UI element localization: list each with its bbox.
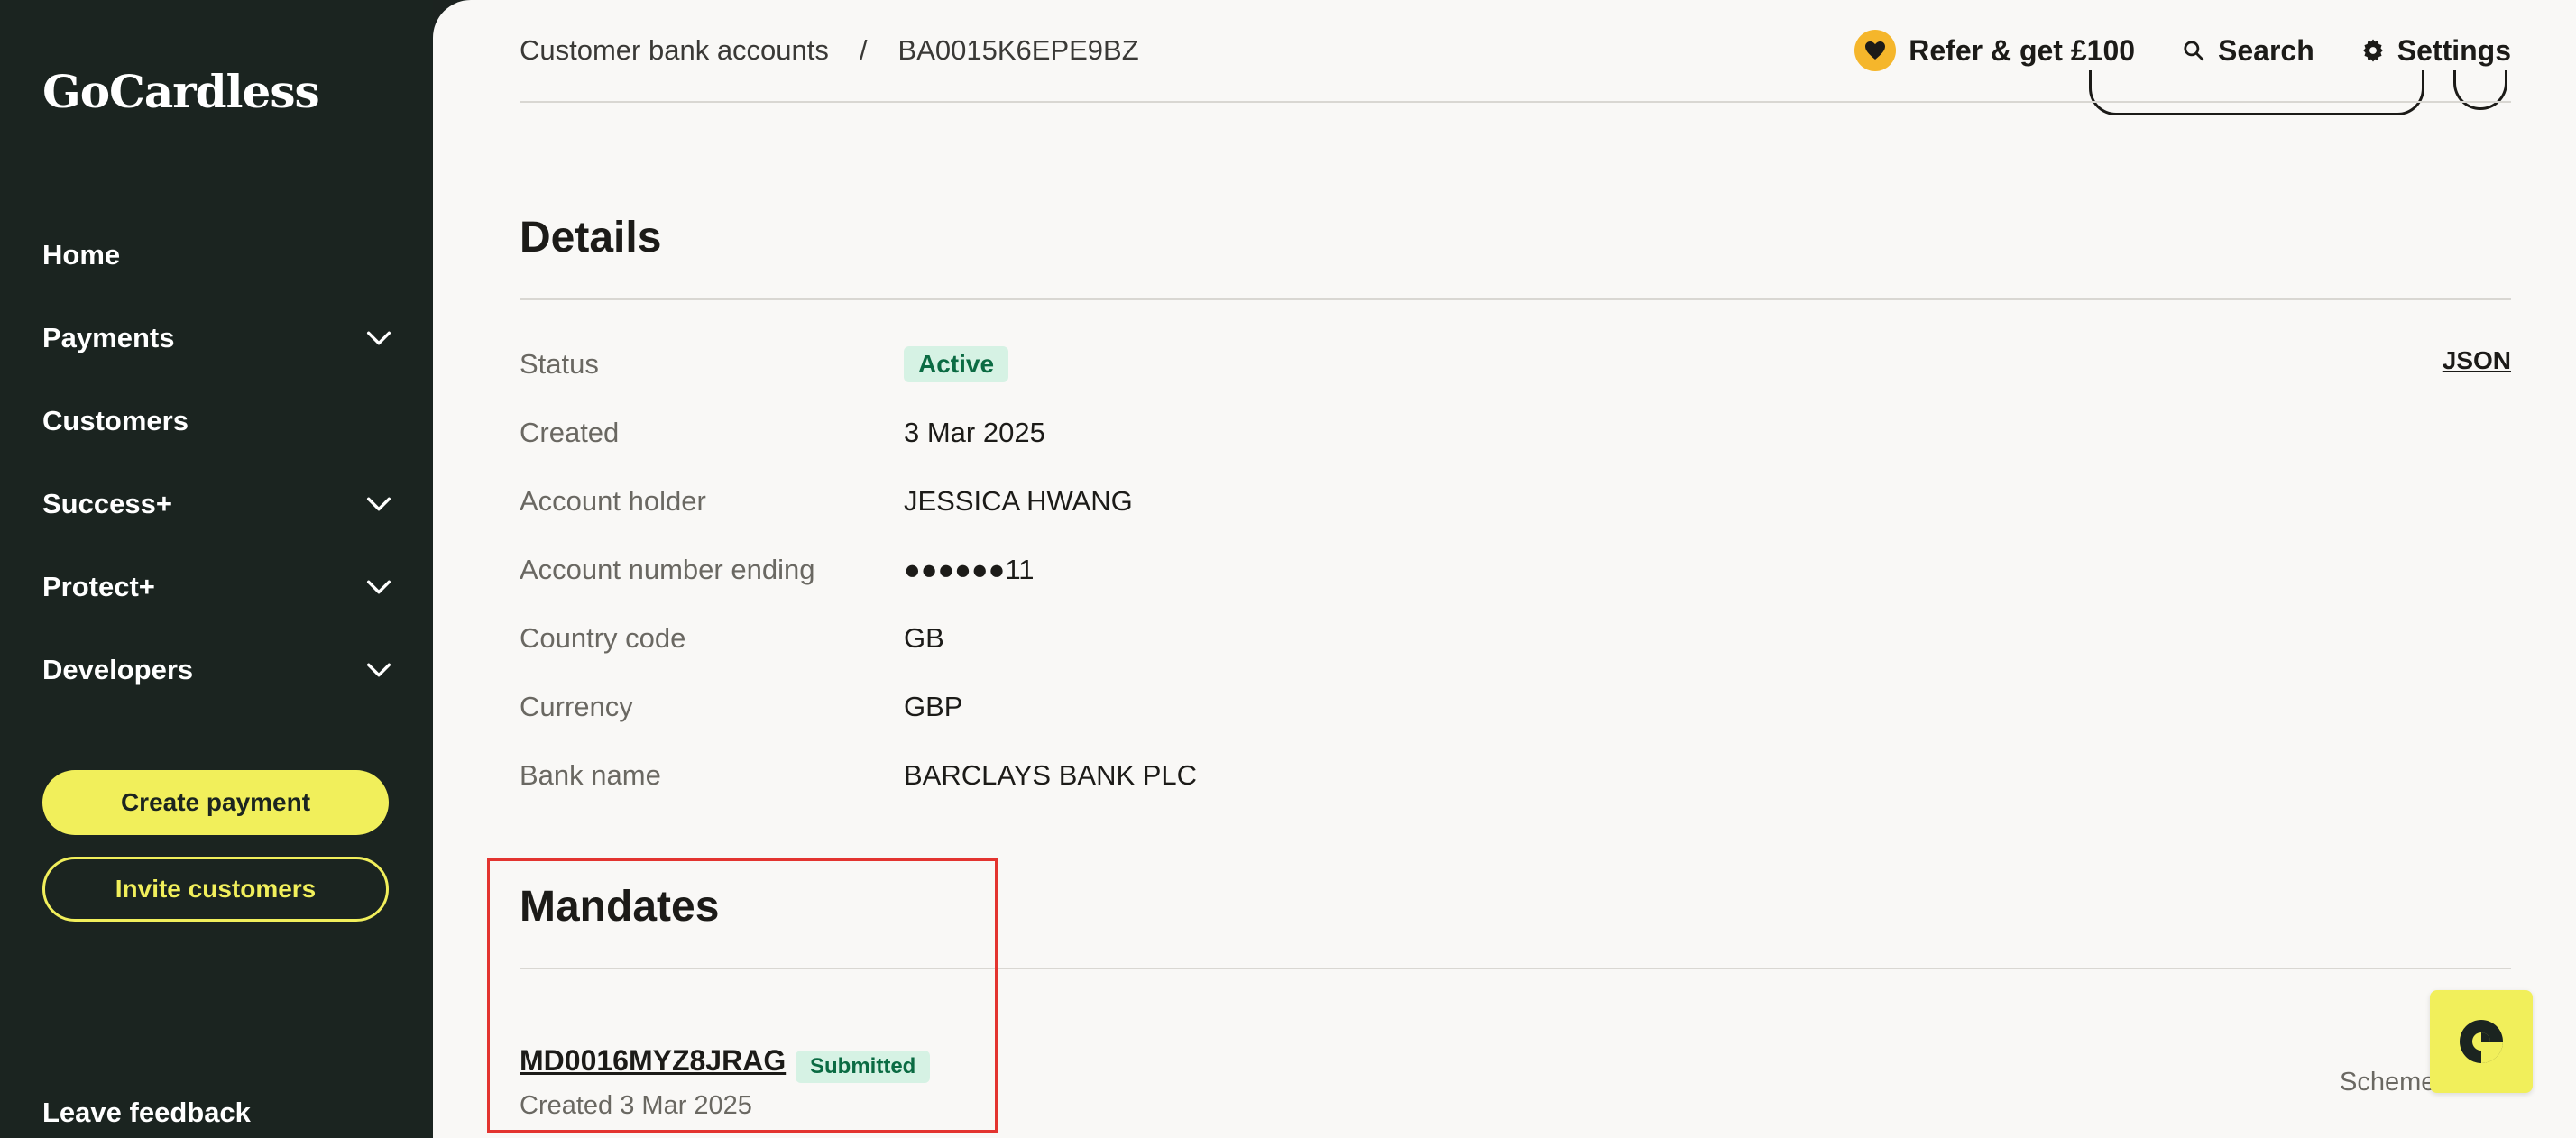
detail-value: 3 Mar 2025 bbox=[904, 417, 1045, 448]
detail-row-account-number: Account number ending ●●●●●●11 bbox=[520, 550, 1035, 590]
chevron-down-icon bbox=[366, 663, 391, 677]
mandate-scheme-label: Scheme bbox=[2340, 1068, 2436, 1097]
detail-value: GB bbox=[904, 622, 944, 654]
header-more-button[interactable] bbox=[2453, 70, 2507, 110]
sidebar-item-payments[interactable]: Payments bbox=[42, 311, 394, 365]
detail-row-bank-name: Bank name BARCLAYS BANK PLC bbox=[520, 756, 1197, 795]
refer-button[interactable]: Refer & get £100 bbox=[1854, 30, 2135, 71]
sidebar-item-label: Protect+ bbox=[42, 571, 155, 602]
header-action-button[interactable] bbox=[2089, 70, 2424, 115]
refer-label: Refer & get £100 bbox=[1909, 33, 2136, 67]
sidebar-item-label: Success+ bbox=[42, 488, 172, 519]
create-payment-button[interactable]: Create payment bbox=[42, 770, 389, 835]
breadcrumb-current: BA0015K6EPE9BZ bbox=[897, 34, 1139, 66]
detail-row-status: Status Active bbox=[520, 344, 1009, 384]
detail-label: Account number ending bbox=[520, 554, 815, 585]
detail-label: Status bbox=[520, 348, 599, 380]
chevron-down-icon bbox=[366, 580, 391, 594]
detail-row-account-holder: Account holder JESSICA HWANG bbox=[520, 482, 1133, 521]
chevron-down-icon bbox=[366, 331, 391, 345]
detail-value: BARCLAYS BANK PLC bbox=[904, 759, 1198, 791]
leave-feedback-link[interactable]: Leave feedback bbox=[42, 1097, 251, 1129]
detail-value: JESSICA HWANG bbox=[904, 485, 1133, 517]
gear-icon bbox=[2362, 39, 2383, 62]
help-chat-button[interactable] bbox=[2430, 990, 2533, 1093]
detail-label: Created bbox=[520, 417, 620, 448]
header-divider bbox=[520, 101, 2511, 103]
detail-label: Bank name bbox=[520, 759, 661, 791]
sidebar-item-success-plus[interactable]: Success+ bbox=[42, 477, 394, 531]
heart-icon bbox=[1854, 30, 1897, 71]
detail-label: Account holder bbox=[520, 485, 706, 517]
breadcrumb-parent-link[interactable]: Customer bank accounts bbox=[520, 34, 829, 67]
gocardless-logo[interactable]: GoCardless bbox=[42, 65, 320, 118]
settings-label: Settings bbox=[2397, 33, 2511, 67]
status-badge: Active bbox=[904, 346, 1009, 382]
detail-row-country-code: Country code GB bbox=[520, 619, 944, 658]
main-panel: Customer bank accounts / BA0015K6EPE9BZ … bbox=[433, 0, 2576, 1138]
breadcrumb: Customer bank accounts / BA0015K6EPE9BZ bbox=[520, 32, 1139, 69]
invite-customers-button[interactable]: Invite customers bbox=[42, 857, 389, 922]
sidebar: GoCardless Home Payments Customers Succe… bbox=[0, 0, 433, 1138]
sidebar-item-label: Home bbox=[42, 239, 121, 271]
sidebar-item-customers[interactable]: Customers bbox=[42, 394, 394, 448]
search-icon bbox=[2184, 41, 2204, 61]
detail-row-currency: Currency GBP bbox=[520, 687, 962, 727]
detail-value: GBP bbox=[904, 691, 963, 722]
search-label: Search bbox=[2218, 33, 2314, 67]
breadcrumb-separator: / bbox=[859, 34, 868, 66]
sidebar-item-label: Developers bbox=[42, 654, 194, 685]
sidebar-item-label: Customers bbox=[42, 405, 189, 436]
sidebar-item-label: Payments bbox=[42, 322, 175, 353]
detail-row-created: Created 3 Mar 2025 bbox=[520, 413, 1045, 453]
details-divider bbox=[520, 298, 2511, 300]
highlight-box bbox=[487, 858, 998, 1133]
detail-label: Country code bbox=[520, 622, 686, 654]
search-button[interactable]: Search bbox=[2182, 34, 2314, 68]
details-title: Details bbox=[520, 214, 662, 262]
top-actions: Refer & get £100 Search Settings bbox=[1854, 25, 2511, 76]
sidebar-item-home[interactable]: Home bbox=[42, 228, 394, 282]
sidebar-item-developers[interactable]: Developers bbox=[42, 643, 394, 697]
json-link[interactable]: JSON bbox=[2443, 346, 2511, 375]
gocardless-help-icon bbox=[2460, 1020, 2503, 1063]
settings-button[interactable]: Settings bbox=[2361, 34, 2511, 68]
chevron-down-icon bbox=[366, 497, 391, 511]
detail-value: ●●●●●●11 bbox=[904, 554, 1035, 585]
detail-label: Currency bbox=[520, 691, 633, 722]
sidebar-item-protect-plus[interactable]: Protect+ bbox=[42, 560, 394, 614]
